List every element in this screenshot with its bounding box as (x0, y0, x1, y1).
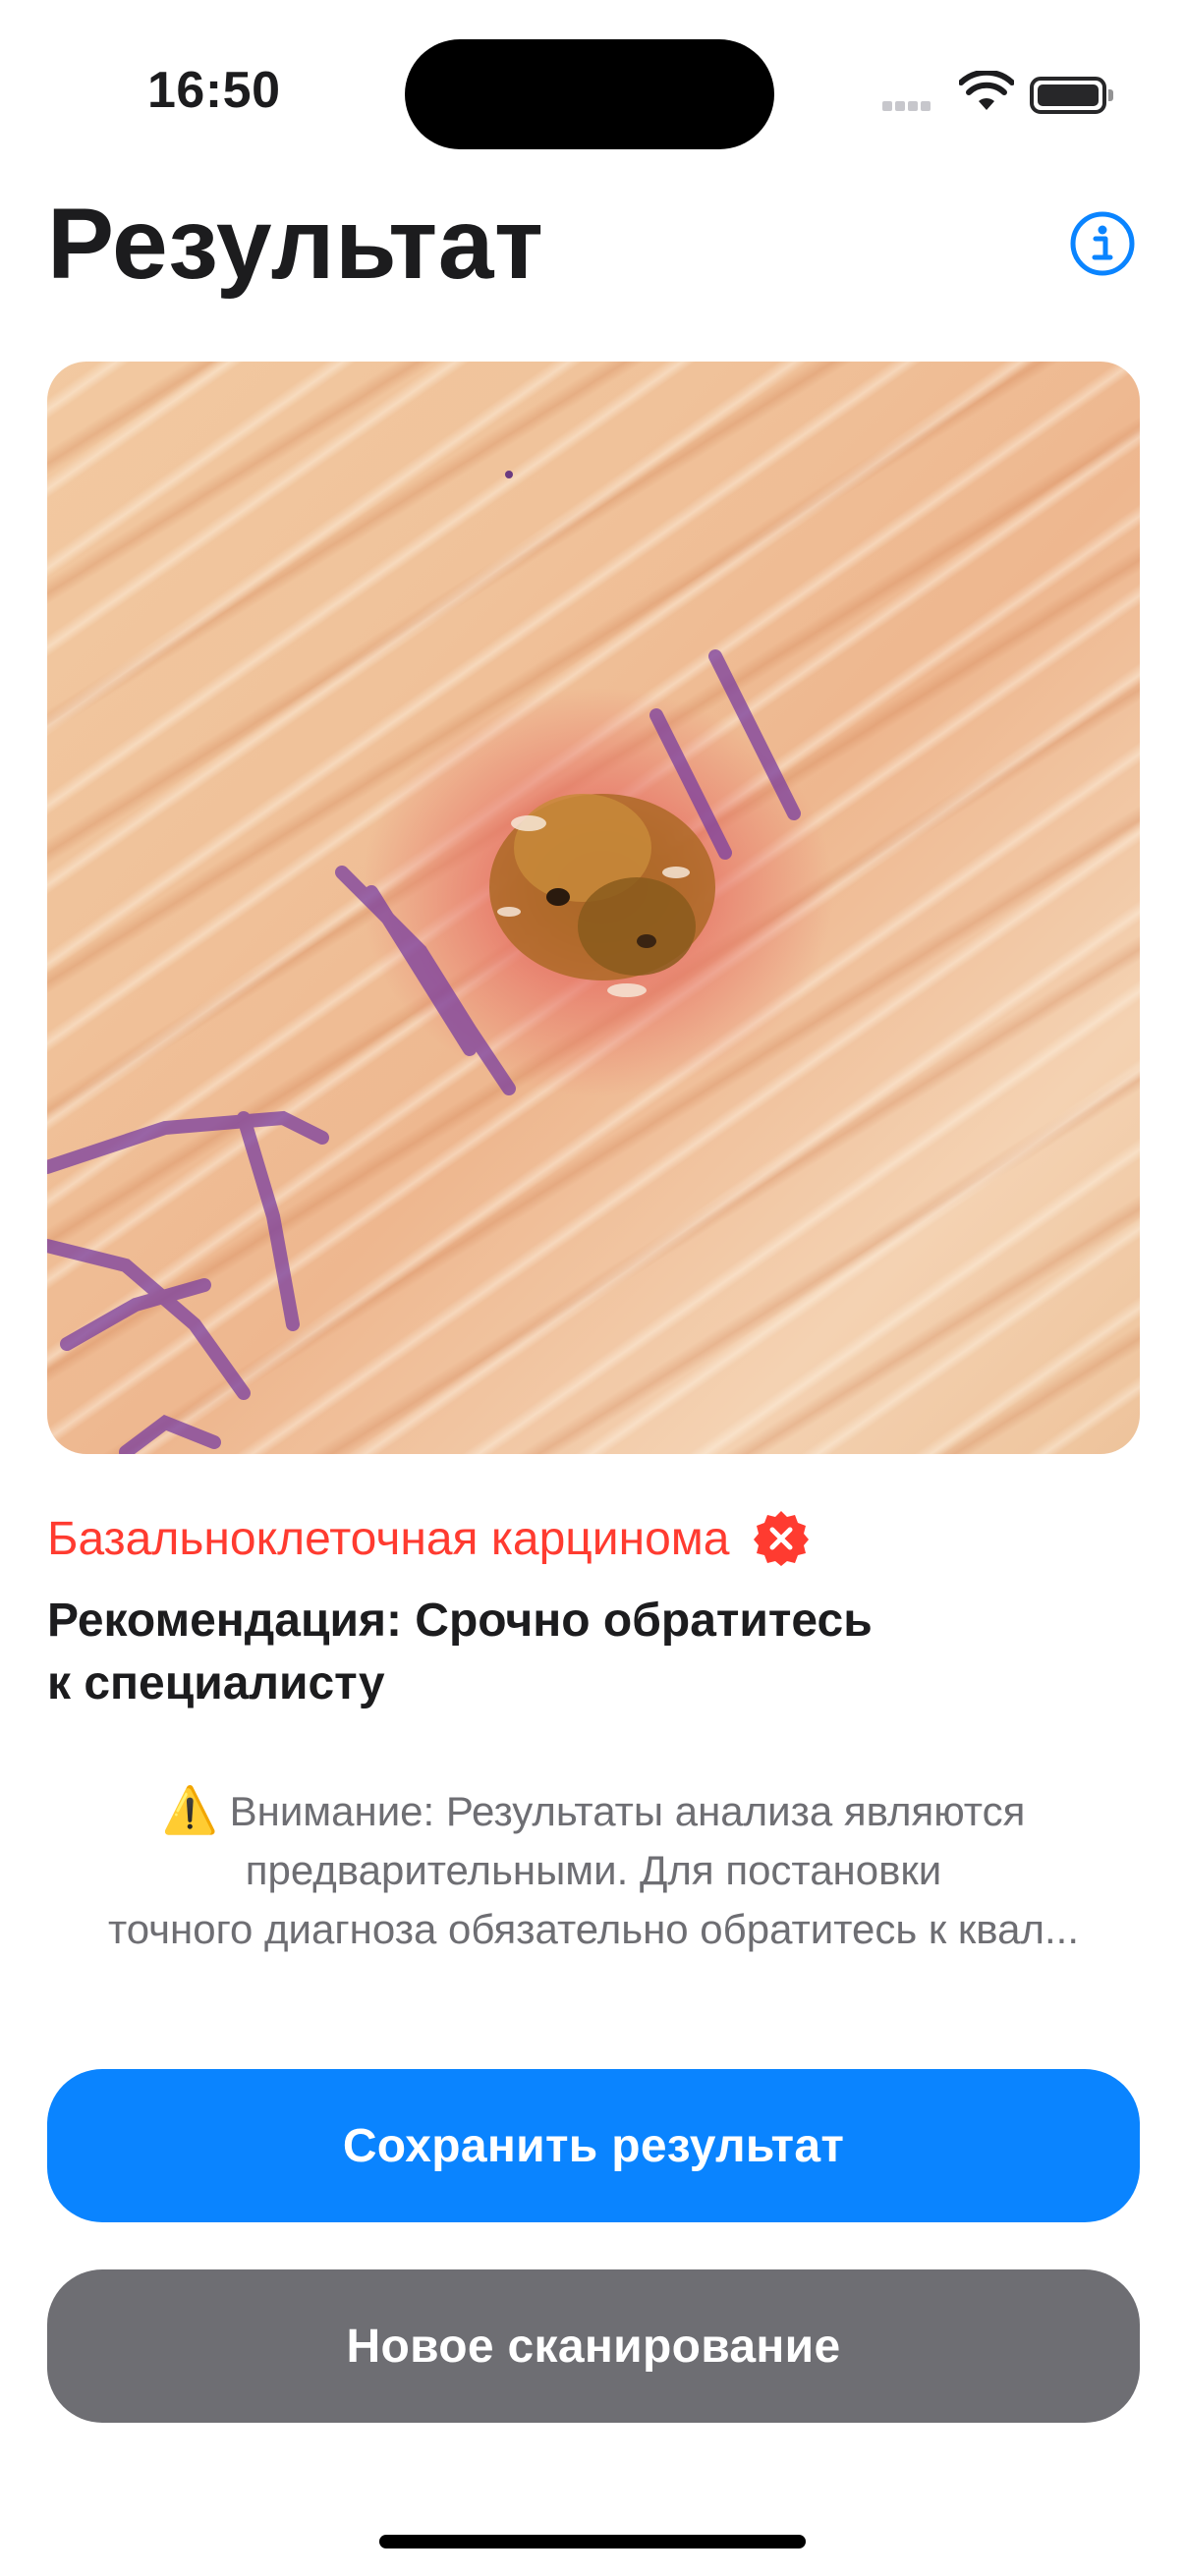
lesion-photo-overlay (47, 471, 801, 1454)
battery-icon (1030, 77, 1113, 114)
warning-icon: ⚠️ (161, 1784, 218, 1835)
diagnosis-row: Базальноклеточная карцинома (47, 1509, 811, 1568)
wifi-icon (959, 71, 1014, 110)
xmark-seal-icon (753, 1511, 809, 1566)
disclaimer-line-1: ⚠️ Внимание: Результаты анализа являются (47, 1780, 1140, 1841)
lesion-photo (47, 362, 1140, 1454)
diagnosis-name: Базальноклеточная карцинома (47, 1512, 730, 1565)
info-circle-icon[interactable] (1069, 210, 1136, 277)
save-result-button[interactable]: Сохранить результат (47, 2069, 1140, 2222)
page-title: Результат (47, 188, 544, 300)
disclaimer-line-3: точного диагноза обязательно обратитесь … (107, 1906, 1080, 1952)
new-scan-button[interactable]: Новое сканирование (47, 2269, 1140, 2423)
disclaimer-line-1-text: Внимание: Результаты анализа являются (229, 1788, 1026, 1834)
result-screen: 16:50 Результат Базальноклеточная карцин… (0, 0, 1185, 2576)
save-result-label: Сохранить результат (342, 2119, 845, 2172)
recommendation-line-1: Рекомендация: Срочно обратитесь (47, 1595, 873, 1647)
dynamic-island (405, 39, 774, 149)
status-time: 16:50 (147, 62, 281, 119)
recommendation-line-2: к специалисту (47, 1657, 385, 1709)
home-indicator[interactable] (379, 2535, 806, 2548)
cellular-signal-icon (882, 98, 937, 112)
recommendation-text: Рекомендация: Срочно обратитесь к специа… (47, 1590, 1079, 1715)
disclaimer-text: ⚠️ Внимание: Результаты анализа являются… (47, 1780, 1140, 1959)
new-scan-label: Новое сканирование (346, 2320, 841, 2373)
disclaimer-line-2: предварительными. Для постановки (245, 1847, 942, 1893)
